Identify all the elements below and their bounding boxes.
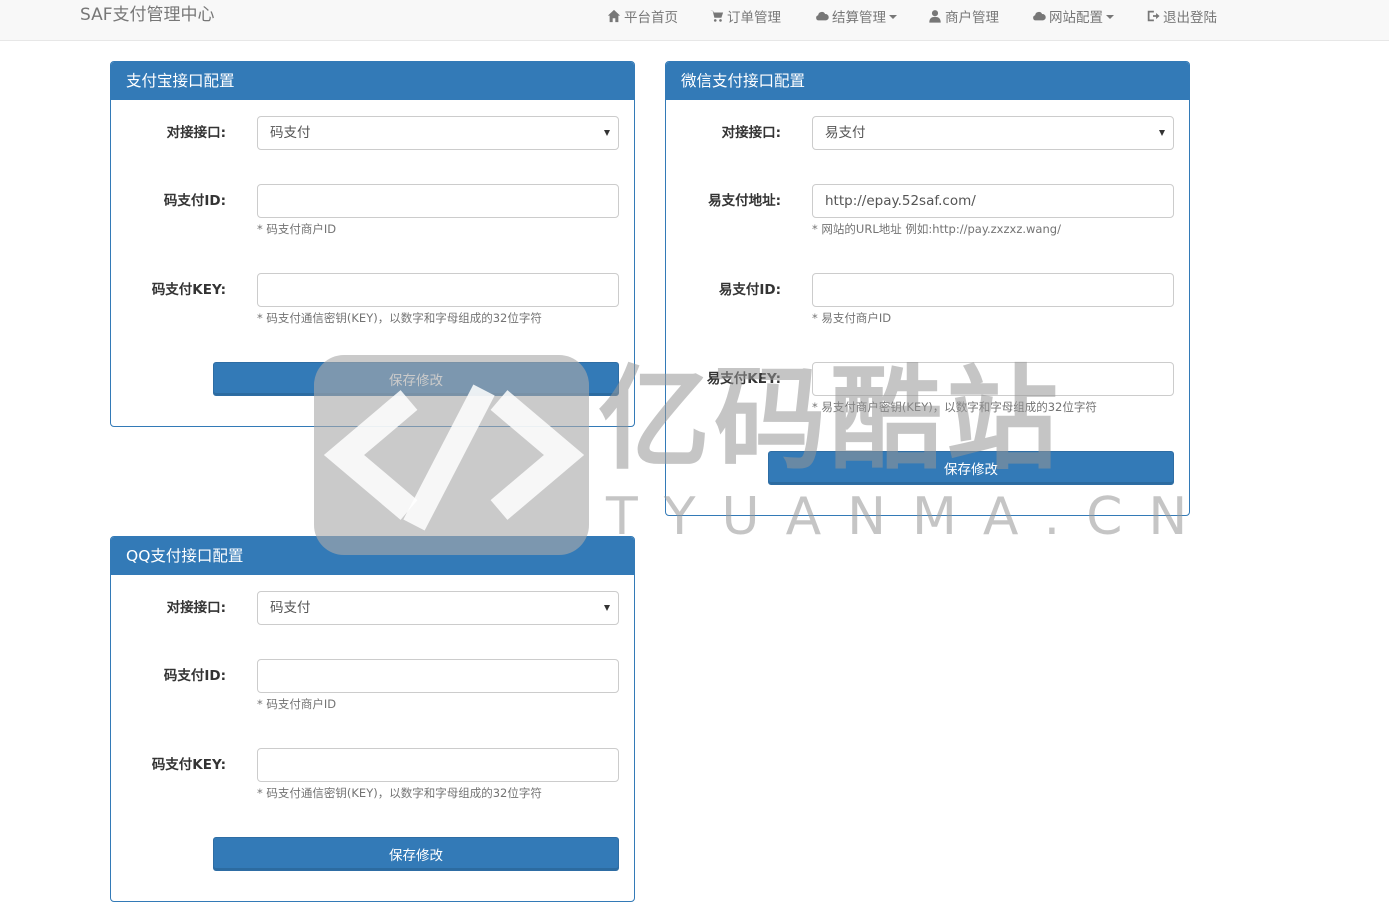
interface-select[interactable]: 易支付: [812, 116, 1174, 150]
chevron-down-icon: [889, 15, 897, 19]
alipay-config-panel: 支付宝接口配置 对接接口: 码支付 码支付ID: * 码支付商户ID 码支付KE…: [110, 61, 635, 427]
chevron-down-icon: [604, 605, 610, 611]
wechat-config-panel: 微信支付接口配置 对接接口: 易支付 易支付地址: * 网站的URL地址 例如:…: [665, 61, 1190, 516]
key-label: 易支付KEY:: [706, 371, 781, 387]
nav-item-merchants[interactable]: 商户管理: [928, 6, 999, 26]
qq-config-panel: QQ支付接口配置 对接接口: 码支付 码支付ID: * 码支付商户ID 码支付K…: [110, 536, 635, 902]
nav-item-home[interactable]: 平台首页: [607, 6, 678, 26]
user-icon: [929, 10, 941, 23]
logout-icon: [1147, 10, 1160, 22]
panel-title: 微信支付接口配置: [666, 62, 1189, 100]
navbar: SAF支付管理中心 平台首页 订单管理 结算管理 商户管理 网站配置 退出登陆: [0, 0, 1389, 41]
home-icon: [607, 9, 621, 23]
id-label: 易支付ID:: [718, 282, 781, 298]
help-text: * 易支付商户ID: [812, 311, 892, 325]
nav-item-label: 退出登陆: [1163, 10, 1217, 26]
merchant-id-input[interactable]: [257, 184, 619, 218]
merchant-key-input[interactable]: [812, 362, 1174, 396]
save-button[interactable]: 保存修改: [213, 837, 619, 871]
nav-item-site-config[interactable]: 网站配置: [1032, 6, 1114, 26]
cloud-icon: [816, 11, 829, 21]
panel-title: 支付宝接口配置: [111, 62, 634, 100]
nav-item-settlement[interactable]: 结算管理: [815, 6, 897, 26]
nav-item-orders[interactable]: 订单管理: [710, 6, 781, 26]
merchant-key-input[interactable]: [257, 748, 619, 782]
key-label: 码支付KEY:: [151, 757, 226, 773]
nav-item-logout[interactable]: 退出登陆: [1146, 6, 1217, 26]
select-value: 易支付: [825, 125, 866, 141]
interface-select[interactable]: 码支付: [257, 116, 619, 150]
help-text: * 网站的URL地址 例如:http://pay.zxzxz.wang/: [812, 222, 1061, 236]
nav-item-label: 结算管理: [832, 10, 886, 26]
save-button[interactable]: 保存修改: [768, 451, 1174, 485]
nav-item-label: 商户管理: [945, 10, 999, 26]
panel-title: QQ支付接口配置: [111, 537, 634, 575]
interface-label: 对接接口:: [166, 600, 226, 616]
help-text: * 易支付商户密钥(KEY)，以数字和字母组成的32位字符: [812, 400, 1097, 414]
interface-label: 对接接口:: [721, 125, 781, 141]
help-text: * 码支付通信密钥(KEY)，以数字和字母组成的32位字符: [257, 311, 542, 325]
help-text: * 码支付通信密钥(KEY)，以数字和字母组成的32位字符: [257, 786, 542, 800]
url-label: 易支付地址:: [708, 193, 781, 209]
select-value: 码支付: [270, 125, 311, 141]
nav-item-label: 网站配置: [1049, 10, 1103, 26]
merchant-id-input[interactable]: [257, 659, 619, 693]
help-text: * 码支付商户ID: [257, 222, 337, 236]
interface-label: 对接接口:: [166, 125, 226, 141]
key-label: 码支付KEY:: [151, 282, 226, 298]
merchant-key-input[interactable]: [257, 273, 619, 307]
merchant-id-input[interactable]: [812, 273, 1174, 307]
epay-url-input[interactable]: [812, 184, 1174, 218]
save-button[interactable]: 保存修改: [213, 362, 619, 396]
interface-select[interactable]: 码支付: [257, 591, 619, 625]
id-label: 码支付ID:: [163, 193, 226, 209]
nav-item-label: 平台首页: [624, 10, 678, 26]
chevron-down-icon: [1159, 130, 1165, 136]
brand-title[interactable]: SAF支付管理中心: [80, 4, 215, 26]
help-text: * 码支付商户ID: [257, 697, 337, 711]
cloud-icon: [1033, 11, 1046, 21]
cart-icon: [710, 10, 724, 22]
select-value: 码支付: [270, 600, 311, 616]
nav-item-label: 订单管理: [727, 10, 781, 26]
chevron-down-icon: [604, 130, 610, 136]
id-label: 码支付ID:: [163, 668, 226, 684]
chevron-down-icon: [1106, 15, 1114, 19]
